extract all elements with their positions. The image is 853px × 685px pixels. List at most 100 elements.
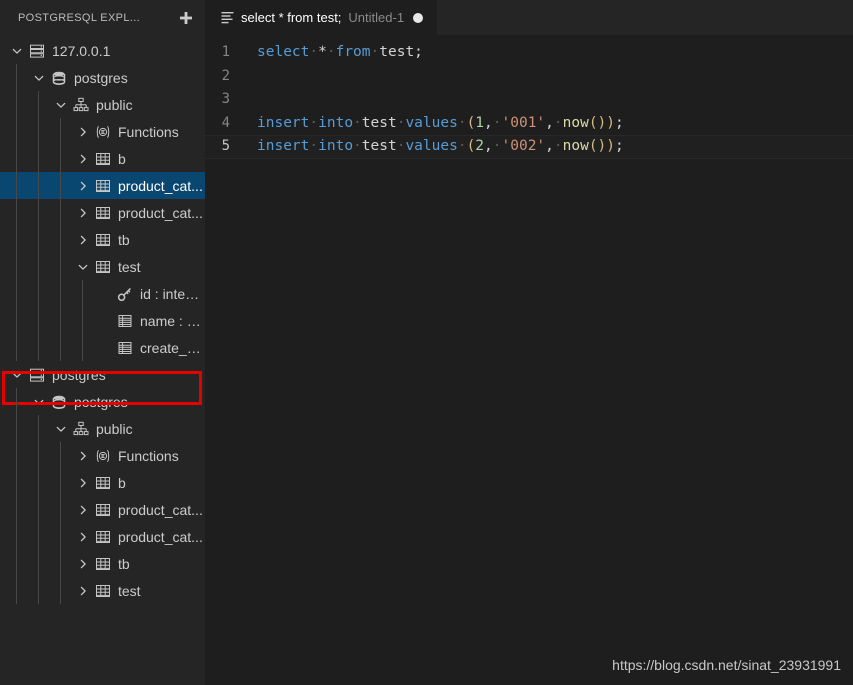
tree-item-product-cat[interactable]: product_cat... [0,496,205,523]
table-icon [95,151,111,167]
tree-item-test[interactable]: test [0,253,205,280]
table-icon [92,469,114,496]
tree-twisty[interactable] [52,415,70,442]
table-icon [92,577,114,604]
tab-bar: select * from test; Untitled-1 [205,0,853,35]
postgresql-explorer-sidebar: POSTGRESQL EXPL... 127.0.0.1postgrespubl… [0,0,205,685]
tree-item-id-integer[interactable]: id : integer [0,280,205,307]
line-number: 2 [205,65,257,89]
tree-item-product-cat[interactable]: product_cat... [0,523,205,550]
code-line[interactable]: 2 [205,65,853,89]
tree-twisty[interactable] [74,145,92,172]
code-token: into [318,115,353,131]
table-icon [92,550,114,577]
tree-twisty[interactable] [30,64,48,91]
code-token: now [563,138,589,154]
code-token: test; [379,44,423,60]
code-line[interactable]: 4insert·into·test·values·(1,·'001',·now(… [205,112,853,136]
sql-file-icon [221,11,234,24]
column-icon [114,307,136,334]
database-icon [48,64,70,91]
tree-twisty[interactable] [74,199,92,226]
twisty-placeholder [96,334,114,361]
tree-twisty[interactable] [52,91,70,118]
code-line-text: insert·into·test·values·(2,·'002',·now()… [257,135,624,159]
tree-item-postgres[interactable]: postgres [0,361,205,388]
code-line[interactable]: 1select·*·from·test; [205,41,853,65]
chevron-right-icon [76,233,90,247]
tree-item-functions[interactable]: Functions [0,118,205,145]
tree-twisty[interactable] [8,37,26,64]
function-icon [95,124,111,140]
tree-item-b[interactable]: b [0,145,205,172]
code-token: · [309,138,318,154]
code-token: insert [257,138,309,154]
tree-twisty[interactable] [74,253,92,280]
code-token: ) [606,115,615,131]
tree-twisty[interactable] [74,226,92,253]
table-icon [92,145,114,172]
database-tree: 127.0.0.1postgrespublicFunctionsbproduct… [0,35,205,604]
tree-item-create-dat[interactable]: create_dat... [0,334,205,361]
code-token: · [353,115,362,131]
chevron-right-icon [76,179,90,193]
tree-item-tb[interactable]: tb [0,226,205,253]
tree-item-label: product_cat... [118,178,203,194]
table-icon [92,226,114,253]
tree-twisty[interactable] [74,577,92,604]
chevron-down-icon [32,395,46,409]
tree-item-product-cat[interactable]: product_cat... [0,199,205,226]
schema-icon [73,421,89,437]
tree-twisty[interactable] [74,550,92,577]
line-number: 1 [205,41,257,65]
chevron-down-icon [10,368,24,382]
code-token: values [405,138,457,154]
plus-icon [179,11,193,25]
function-icon [95,448,111,464]
tree-twisty[interactable] [74,469,92,496]
code-token: · [309,115,318,131]
tree-item-public[interactable]: public [0,91,205,118]
chevron-down-icon [54,98,68,112]
code-editor[interactable]: 1select·*·from·test;234insert·into·test·… [205,35,853,685]
tree-item-label: postgres [52,367,106,383]
chevron-right-icon [76,503,90,517]
key-icon [114,280,136,307]
tree-twisty[interactable] [74,523,92,550]
tree-item-test[interactable]: test [0,577,205,604]
tree-twisty[interactable] [74,118,92,145]
tree-item-127-0-0-1[interactable]: 127.0.0.1 [0,37,205,64]
tree-twisty[interactable] [74,496,92,523]
tree-item-b[interactable]: b [0,469,205,496]
unsaved-indicator[interactable] [413,13,423,23]
tree-item-postgres[interactable]: postgres [0,388,205,415]
table-icon [95,259,111,275]
tree-twisty[interactable] [74,442,92,469]
tree-item-label: 127.0.0.1 [52,43,110,59]
code-token: , [484,115,493,131]
tree-twisty[interactable] [74,172,92,199]
code-token: () [589,115,606,131]
code-line[interactable]: 3 [205,88,853,112]
code-line[interactable]: 5insert·into·test·values·(2,·'002',·now(… [205,135,853,159]
schema-icon [70,415,92,442]
chevron-right-icon [76,476,90,490]
table-icon [95,529,111,545]
table-icon [95,583,111,599]
column-icon [117,340,133,356]
tree-twisty[interactable] [30,388,48,415]
tree-item-product-cat[interactable]: product_cat... [0,172,205,199]
tree-item-postgres[interactable]: postgres [0,64,205,91]
editor-tab-untitled-1[interactable]: select * from test; Untitled-1 [205,0,437,35]
tree-item-public[interactable]: public [0,415,205,442]
table-icon [95,232,111,248]
tree-item-functions[interactable]: Functions [0,442,205,469]
chevron-down-icon [32,71,46,85]
tree-item-name-ch[interactable]: name : ch... [0,307,205,334]
tree-twisty[interactable] [8,361,26,388]
tree-item-label: public [96,97,133,113]
tree-item-label: tb [118,232,130,248]
tree-item-tb[interactable]: tb [0,550,205,577]
add-connection-button[interactable] [175,7,197,29]
tree-item-label: test [118,583,141,599]
